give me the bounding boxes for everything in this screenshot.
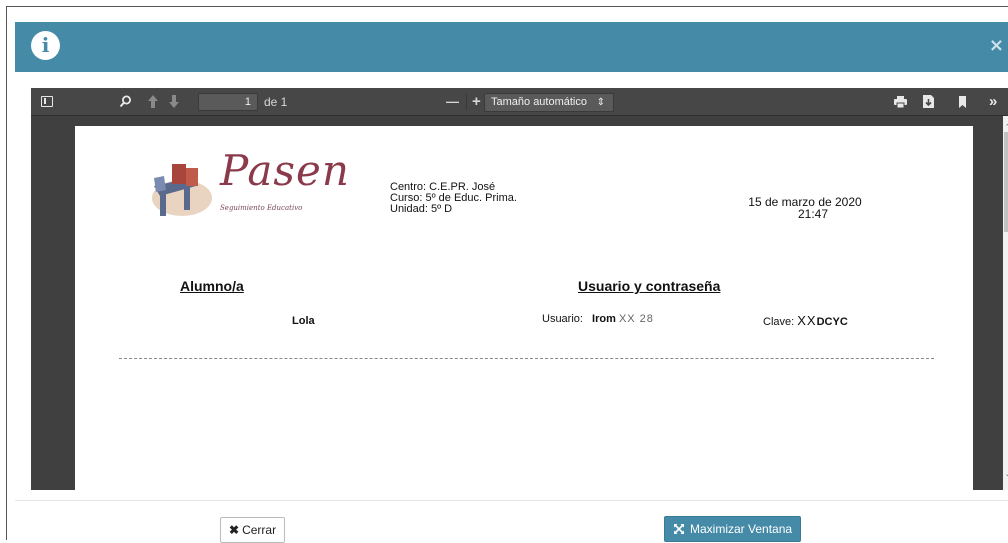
desk-logo-icon	[152, 164, 212, 216]
date-block: 15 de marzo de 2020 21:47	[735, 196, 875, 220]
modal-dialog: i × 1 de 1 — + Tamaño automático ⇕ » Pas…	[15, 22, 1008, 543]
pdf-toolbar: 1 de 1 — + Tamaño automático ⇕ »	[31, 88, 1008, 116]
usuario-label: Usuario:	[542, 313, 583, 325]
maximize-button[interactable]: Maximizar Ventana	[664, 516, 802, 542]
logo-subtitle: Seguimiento Educativo	[220, 204, 303, 212]
close-button[interactable]: ✖ Cerrar	[220, 517, 286, 543]
column-title-alumno: Alumno/a	[180, 278, 244, 294]
select-caret-icon: ⇕	[596, 97, 605, 108]
page-number-input[interactable]: 1	[198, 93, 258, 111]
scroll-down-icon[interactable]: ﹀	[1003, 474, 1008, 488]
usuario-mask: XX 28	[618, 313, 654, 325]
close-icon[interactable]: ×	[989, 36, 1004, 56]
zoom-in-button[interactable]: +	[472, 88, 481, 116]
student-name: Lola	[292, 315, 315, 327]
window-border-top	[6, 6, 1008, 7]
zoom-select[interactable]: Tamaño automático ⇕	[484, 93, 614, 112]
unidad-line: Unidad: 5º D	[390, 203, 453, 215]
toolbar-divider	[466, 94, 467, 110]
modal-header: i ×	[15, 22, 1008, 72]
maximize-button-label: Maximizar Ventana	[690, 522, 793, 536]
previous-page-icon[interactable]	[147, 94, 159, 109]
usuario-value: Irom	[592, 313, 616, 325]
school-info: Centro: C.E.PR. José Curso: 5º de Educ. …	[390, 182, 517, 215]
info-icon: i	[31, 31, 60, 60]
dashed-separator	[119, 358, 934, 359]
close-button-label: Cerrar	[242, 523, 277, 537]
bookmark-icon[interactable]	[958, 95, 967, 109]
clave-mask: XX	[797, 313, 817, 328]
clave-value: DCYC	[816, 316, 848, 328]
window-border-left	[6, 6, 7, 540]
tools-menu-button[interactable]: »	[989, 88, 997, 116]
time-text: 21:47	[797, 207, 829, 221]
download-icon[interactable]	[922, 94, 935, 109]
zoom-select-value: Tamaño automático	[491, 96, 587, 108]
pdf-viewer: 1 de 1 — + Tamaño automático ⇕ » Pasen S…	[31, 88, 1008, 490]
clave-label: Clave:	[763, 316, 795, 328]
screen: i × 1 de 1 — + Tamaño automático ⇕ » Pas…	[0, 0, 1008, 543]
usuario-row: Usuario: Irom XX 28	[542, 313, 654, 325]
print-icon[interactable]	[893, 95, 908, 109]
pdf-page: Pasen Seguimiento Educativo Centro: C.E.…	[75, 126, 973, 490]
zoom-out-button[interactable]: —	[446, 88, 459, 116]
clave-row: Clave: XXDCYC	[763, 313, 848, 328]
maximize-icon	[674, 524, 684, 534]
pasen-logo: Pasen Seguimiento Educativo	[150, 146, 350, 222]
scroll-up-icon[interactable]: ︿	[1003, 116, 1008, 130]
search-icon[interactable]	[119, 95, 132, 108]
footer-divider	[15, 500, 1008, 501]
page-total-label: de 1	[264, 95, 288, 109]
sidebar-toggle-icon[interactable]	[41, 96, 53, 107]
column-title-usuario: Usuario y contraseña	[578, 278, 721, 294]
next-page-icon[interactable]	[168, 94, 180, 109]
close-x-icon: ✖	[229, 523, 240, 537]
scrollbar-thumb[interactable]	[1004, 132, 1008, 232]
logo-wordmark: Pasen	[220, 146, 350, 195]
